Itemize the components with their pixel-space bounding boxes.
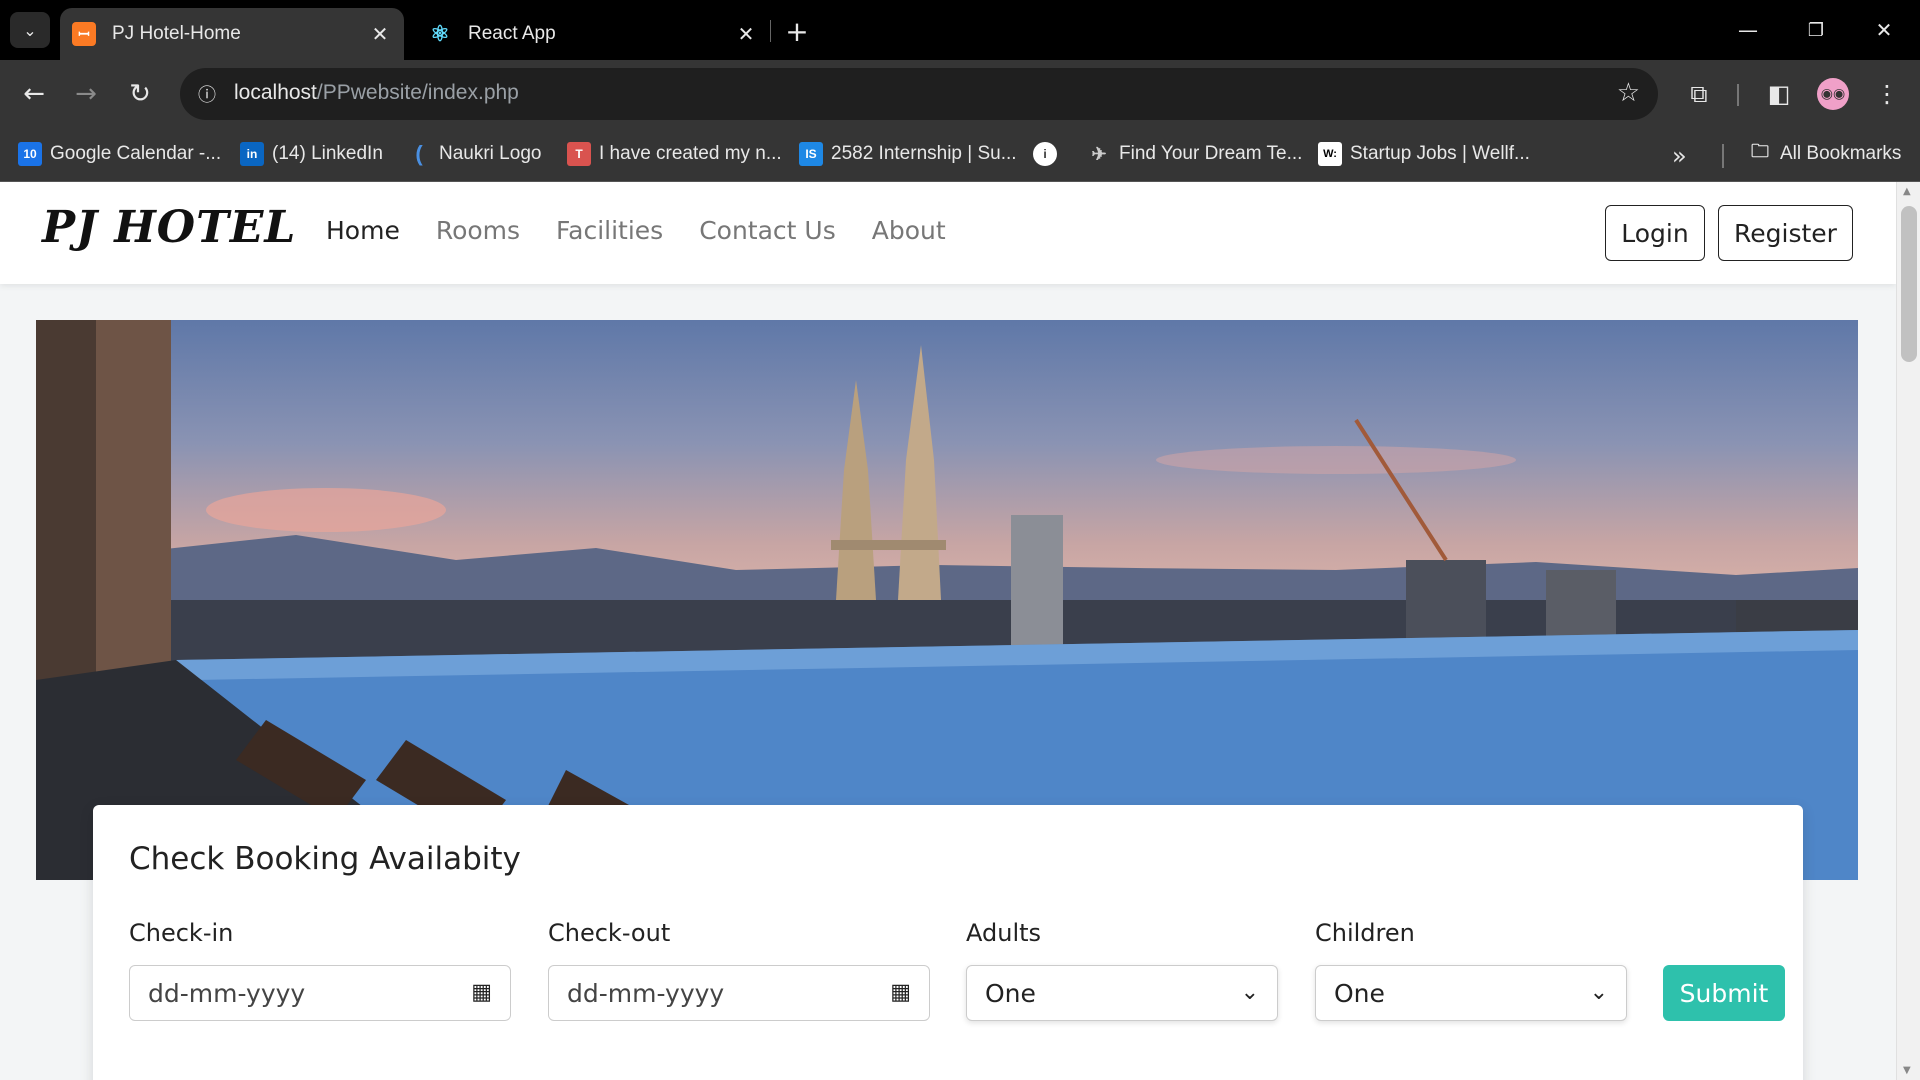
tab-title: React App [468,23,556,44]
browser-toolbar: ← → ↻ ⓘ localhost/PPwebsite/index.php ☆ … [0,60,1920,128]
chevron-down-icon: ⌄ [1589,980,1608,1005]
bookmark-label: 2582 Internship | Su... [831,143,1017,164]
tab-title: PJ Hotel-Home [112,23,241,44]
back-button[interactable]: ← [14,74,54,114]
new-tab-button[interactable]: + [780,14,814,48]
bookmark-internshala[interactable]: IS 2582 Internship | Su... [799,138,1017,170]
checkin-placeholder: dd-mm-yyyy [148,978,306,1008]
restore-button[interactable]: ❐ [1792,10,1840,50]
all-bookmarks-label: All Bookmarks [1780,143,1902,164]
reload-icon: ↻ [129,79,151,109]
adults-label: Adults [966,919,1042,947]
naukri-icon: ( [415,141,423,166]
bookmark-info[interactable]: i [1033,138,1065,170]
bookmark-icon: T [567,142,591,166]
scroll-up-icon[interactable]: ▲ [1903,186,1911,197]
forward-button[interactable]: → [66,74,106,114]
scroll-thumb[interactable] [1901,206,1917,362]
site-info-icon[interactable]: ⓘ [192,79,222,109]
url-text[interactable]: localhost/PPwebsite/index.php [234,81,519,105]
linkedin-icon: in [240,142,264,166]
checkout-label: Check-out [548,919,671,947]
wellfound-icon: W: [1318,142,1342,166]
children-value: One [1334,978,1385,1008]
tab-divider [770,20,771,42]
close-icon[interactable]: ✕ [732,20,760,48]
url-host: localhost [234,81,317,104]
extensions-icon[interactable]: ⧉ [1679,74,1719,114]
bookmark-naukri[interactable]: ( Naukri Logo [407,138,541,170]
bookmark-google-calendar[interactable]: 10 Google Calendar -... [18,138,221,170]
site-navbar: PJ HOTEL Home Rooms Facilities Contact U… [0,182,1896,284]
calendar-icon[interactable]: ▦ [890,980,911,1005]
nav-rooms[interactable]: Rooms [436,216,520,245]
tab-pj-hotel[interactable]: ꟷ PJ Hotel-Home ✕ [60,8,404,60]
page-viewport: PJ HOTEL Home Rooms Facilities Contact U… [0,182,1920,1080]
page-scrollbar[interactable]: ▲ ▼ [1896,182,1920,1080]
arrow-left-icon: ← [23,79,45,109]
tab-search-button[interactable]: ⌄ [10,12,50,48]
hero-image [36,320,1858,880]
chevron-down-icon: ⌄ [1240,980,1259,1005]
bookmark-wellfound[interactable]: W: Startup Jobs | Wellf... [1318,138,1530,170]
checkin-label: Check-in [129,919,234,947]
checkout-date-input[interactable]: dd-mm-yyyy ▦ [548,965,930,1021]
checkout-placeholder: dd-mm-yyyy [567,978,725,1008]
nav-home[interactable]: Home [326,216,400,245]
children-label: Children [1315,919,1415,947]
bookmarks-bar: 10 Google Calendar -... in (14) LinkedIn… [0,128,1920,182]
login-button[interactable]: Login [1605,205,1705,261]
tab-react-app[interactable]: ⚛ React App ✕ [416,8,770,60]
bookmark-linkedin[interactable]: in (14) LinkedIn [240,138,383,170]
close-window-button[interactable]: ✕ [1860,10,1908,50]
minimize-button[interactable]: — [1724,10,1772,50]
checkin-date-input[interactable]: dd-mm-yyyy ▦ [129,965,511,1021]
react-icon: ⚛ [430,21,450,46]
bookmark-label: (14) LinkedIn [272,143,383,164]
register-button[interactable]: Register [1718,205,1853,261]
info-icon: i [1033,142,1057,166]
bookmark-label: Startup Jobs | Wellf... [1350,143,1530,164]
calendar-icon[interactable]: ▦ [471,980,492,1005]
bookmark-label: Find Your Dream Te... [1119,143,1303,164]
chevron-down-icon: ⌄ [23,20,37,40]
all-bookmarks[interactable]: 🗀 All Bookmarks [1748,138,1901,170]
menu-kebab-icon[interactable]: ⋮ [1867,74,1907,114]
main-nav: Home Rooms Facilities Contact Us About [326,216,946,245]
bookmark-star-icon[interactable]: ☆ [1617,78,1640,108]
bookmark-label: I have created my n... [599,143,782,164]
rocket-icon: ✈ [1091,143,1107,164]
url-path: /PPwebsite/index.php [316,81,519,104]
side-panel-icon[interactable]: ◧ [1759,74,1799,114]
calendar-icon: 10 [18,142,42,166]
tab-strip: ⌄ ꟷ PJ Hotel-Home ✕ ⚛ React App ✕ + — ❐ … [0,0,1920,60]
nav-contact-us[interactable]: Contact Us [699,216,836,245]
submit-button[interactable]: Submit [1663,965,1785,1021]
close-icon[interactable]: ✕ [366,20,394,48]
adults-select[interactable]: One ⌄ [966,965,1278,1021]
bookmark-created[interactable]: T I have created my n... [567,138,782,170]
nav-about[interactable]: About [872,216,946,245]
adults-value: One [985,978,1036,1008]
more-bookmarks-icon[interactable]: » [1672,142,1687,170]
nav-facilities[interactable]: Facilities [556,216,663,245]
profile-avatar[interactable]: ◉◉ [1817,78,1849,110]
bookmarks-divider [1722,144,1724,168]
booking-availability-card: Check Booking Availabity Check-in dd-mm-… [93,805,1803,1080]
booking-title: Check Booking Availabity [129,841,521,877]
address-bar[interactable]: ⓘ localhost/PPwebsite/index.php ☆ [180,68,1658,120]
skyline-illustration [36,320,1858,880]
brand-logo[interactable]: PJ HOTEL [42,202,296,253]
bookmark-label: Google Calendar -... [50,143,222,164]
bookmark-find-dream[interactable]: ✈ Find Your Dream Te... [1087,138,1302,170]
toolbar-divider [1737,84,1739,106]
children-select[interactable]: One ⌄ [1315,965,1627,1021]
bookmark-label: Naukri Logo [439,143,542,164]
arrow-right-icon: → [75,79,97,109]
xampp-icon: ꟷ [72,22,96,46]
reload-button[interactable]: ↻ [120,74,160,114]
internshala-icon: IS [799,142,823,166]
folder-icon: 🗀 [1751,141,1769,161]
scroll-down-icon[interactable]: ▼ [1903,1065,1911,1076]
